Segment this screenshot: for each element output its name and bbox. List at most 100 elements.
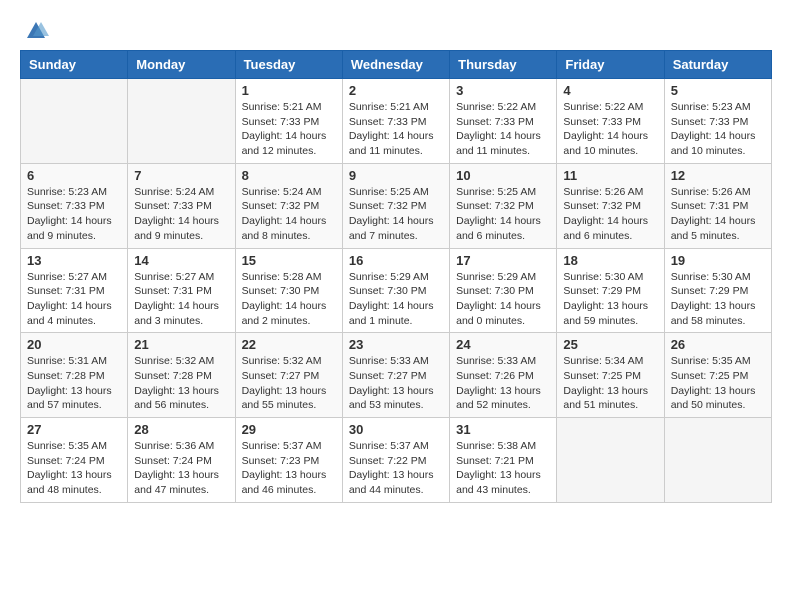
logo <box>20 20 49 40</box>
calendar-cell: 8 Sunrise: 5:24 AM Sunset: 7:32 PM Daylig… <box>235 163 342 248</box>
week-row-1: 1 Sunrise: 5:21 AM Sunset: 7:33 PM Daylig… <box>21 79 772 164</box>
calendar-cell: 21 Sunrise: 5:32 AM Sunset: 7:28 PM Dayli… <box>128 333 235 418</box>
week-row-3: 13Sunrise: 5:27 AM Sunset: 7:31 PM Dayli… <box>21 248 772 333</box>
day-info: Sunrise: 5:35 AM Sunset: 7:24 PM Dayligh… <box>27 439 121 498</box>
day-number: 5 <box>671 83 765 98</box>
day-number: 21 <box>134 337 228 352</box>
weekday-header-sunday: Sunday <box>21 51 128 79</box>
day-info: Sunrise: 5:24 AM Sunset: 7:32 PM Dayligh… <box>242 185 336 244</box>
day-info: Sunrise: 5:31 AM Sunset: 7:28 PM Dayligh… <box>27 354 121 413</box>
day-info: Sunrise: 5:22 AM Sunset: 7:33 PM Dayligh… <box>456 100 550 159</box>
day-number: 17 <box>456 253 550 268</box>
calendar-cell: 9 Sunrise: 5:25 AM Sunset: 7:32 PM Daylig… <box>342 163 449 248</box>
calendar-cell <box>664 418 771 503</box>
calendar-cell: 4Sunrise: 5:22 AM Sunset: 7:33 PM Daylig… <box>557 79 664 164</box>
weekday-header-row: SundayMondayTuesdayWednesdayThursdayFrid… <box>21 51 772 79</box>
weekday-header-friday: Friday <box>557 51 664 79</box>
calendar-cell: 16 Sunrise: 5:29 AM Sunset: 7:30 PM Dayli… <box>342 248 449 333</box>
calendar-cell: 20 Sunrise: 5:31 AM Sunset: 7:28 PM Dayli… <box>21 333 128 418</box>
day-number: 18 <box>563 253 657 268</box>
day-info: Sunrise: 5:32 AM Sunset: 7:27 PM Dayligh… <box>242 354 336 413</box>
day-info: Sunrise: 5:26 AM Sunset: 7:32 PM Dayligh… <box>563 185 657 244</box>
page-header <box>20 20 772 40</box>
calendar-cell: 23 Sunrise: 5:33 AM Sunset: 7:27 PM Dayli… <box>342 333 449 418</box>
calendar-cell: 27 Sunrise: 5:35 AM Sunset: 7:24 PM Dayli… <box>21 418 128 503</box>
day-info: Sunrise: 5:32 AM Sunset: 7:28 PM Dayligh… <box>134 354 228 413</box>
day-info: Sunrise: 5:37 AM Sunset: 7:23 PM Dayligh… <box>242 439 336 498</box>
day-info: Sunrise: 5:24 AM Sunset: 7:33 PM Dayligh… <box>134 185 228 244</box>
calendar-table: SundayMondayTuesdayWednesdayThursdayFrid… <box>20 50 772 503</box>
day-info: Sunrise: 5:33 AM Sunset: 7:27 PM Dayligh… <box>349 354 443 413</box>
calendar-cell <box>21 79 128 164</box>
weekday-header-monday: Monday <box>128 51 235 79</box>
day-number: 30 <box>349 422 443 437</box>
week-row-2: 6 Sunrise: 5:23 AM Sunset: 7:33 PM Daylig… <box>21 163 772 248</box>
calendar-cell: 22 Sunrise: 5:32 AM Sunset: 7:27 PM Dayli… <box>235 333 342 418</box>
day-number: 14 <box>134 253 228 268</box>
day-info: Sunrise: 5:26 AM Sunset: 7:31 PM Dayligh… <box>671 185 765 244</box>
day-info: Sunrise: 5:27 AM Sunset: 7:31 PM Dayligh… <box>27 270 121 329</box>
day-number: 12 <box>671 168 765 183</box>
day-number: 3 <box>456 83 550 98</box>
day-number: 26 <box>671 337 765 352</box>
calendar-cell: 17 Sunrise: 5:29 AM Sunset: 7:30 PM Dayli… <box>450 248 557 333</box>
day-number: 28 <box>134 422 228 437</box>
weekday-header-saturday: Saturday <box>664 51 771 79</box>
day-number: 8 <box>242 168 336 183</box>
day-info: Sunrise: 5:25 AM Sunset: 7:32 PM Dayligh… <box>349 185 443 244</box>
day-info: Sunrise: 5:37 AM Sunset: 7:22 PM Dayligh… <box>349 439 443 498</box>
day-number: 7 <box>134 168 228 183</box>
calendar-cell: 24 Sunrise: 5:33 AM Sunset: 7:26 PM Dayli… <box>450 333 557 418</box>
day-info: Sunrise: 5:36 AM Sunset: 7:24 PM Dayligh… <box>134 439 228 498</box>
calendar-cell: 3 Sunrise: 5:22 AM Sunset: 7:33 PM Daylig… <box>450 79 557 164</box>
day-info: Sunrise: 5:21 AM Sunset: 7:33 PM Dayligh… <box>242 100 336 159</box>
calendar-cell: 29 Sunrise: 5:37 AM Sunset: 7:23 PM Dayli… <box>235 418 342 503</box>
day-number: 2 <box>349 83 443 98</box>
weekday-header-wednesday: Wednesday <box>342 51 449 79</box>
calendar-cell: 31Sunrise: 5:38 AM Sunset: 7:21 PM Dayli… <box>450 418 557 503</box>
day-number: 23 <box>349 337 443 352</box>
day-number: 15 <box>242 253 336 268</box>
day-number: 1 <box>242 83 336 98</box>
calendar-cell: 5 Sunrise: 5:23 AM Sunset: 7:33 PM Daylig… <box>664 79 771 164</box>
logo-icon <box>23 18 49 44</box>
day-number: 9 <box>349 168 443 183</box>
calendar-cell: 6 Sunrise: 5:23 AM Sunset: 7:33 PM Daylig… <box>21 163 128 248</box>
calendar-cell: 18 Sunrise: 5:30 AM Sunset: 7:29 PM Dayli… <box>557 248 664 333</box>
day-number: 25 <box>563 337 657 352</box>
calendar-cell: 7 Sunrise: 5:24 AM Sunset: 7:33 PM Daylig… <box>128 163 235 248</box>
calendar-cell: 12 Sunrise: 5:26 AM Sunset: 7:31 PM Dayli… <box>664 163 771 248</box>
day-info: Sunrise: 5:30 AM Sunset: 7:29 PM Dayligh… <box>671 270 765 329</box>
week-row-5: 27 Sunrise: 5:35 AM Sunset: 7:24 PM Dayli… <box>21 418 772 503</box>
day-info: Sunrise: 5:21 AM Sunset: 7:33 PM Dayligh… <box>349 100 443 159</box>
day-number: 16 <box>349 253 443 268</box>
day-number: 20 <box>27 337 121 352</box>
calendar-cell: 14Sunrise: 5:27 AM Sunset: 7:31 PM Dayli… <box>128 248 235 333</box>
calendar-cell: 19Sunrise: 5:30 AM Sunset: 7:29 PM Dayli… <box>664 248 771 333</box>
day-info: Sunrise: 5:23 AM Sunset: 7:33 PM Dayligh… <box>671 100 765 159</box>
day-info: Sunrise: 5:34 AM Sunset: 7:25 PM Dayligh… <box>563 354 657 413</box>
day-info: Sunrise: 5:29 AM Sunset: 7:30 PM Dayligh… <box>456 270 550 329</box>
day-info: Sunrise: 5:23 AM Sunset: 7:33 PM Dayligh… <box>27 185 121 244</box>
day-number: 11 <box>563 168 657 183</box>
day-number: 10 <box>456 168 550 183</box>
weekday-header-thursday: Thursday <box>450 51 557 79</box>
day-info: Sunrise: 5:30 AM Sunset: 7:29 PM Dayligh… <box>563 270 657 329</box>
day-info: Sunrise: 5:35 AM Sunset: 7:25 PM Dayligh… <box>671 354 765 413</box>
day-number: 29 <box>242 422 336 437</box>
day-number: 6 <box>27 168 121 183</box>
day-info: Sunrise: 5:29 AM Sunset: 7:30 PM Dayligh… <box>349 270 443 329</box>
day-number: 24 <box>456 337 550 352</box>
weekday-header-tuesday: Tuesday <box>235 51 342 79</box>
calendar-cell: 11 Sunrise: 5:26 AM Sunset: 7:32 PM Dayli… <box>557 163 664 248</box>
calendar-cell: 28 Sunrise: 5:36 AM Sunset: 7:24 PM Dayli… <box>128 418 235 503</box>
calendar-cell <box>128 79 235 164</box>
day-info: Sunrise: 5:25 AM Sunset: 7:32 PM Dayligh… <box>456 185 550 244</box>
day-number: 22 <box>242 337 336 352</box>
day-info: Sunrise: 5:33 AM Sunset: 7:26 PM Dayligh… <box>456 354 550 413</box>
day-info: Sunrise: 5:28 AM Sunset: 7:30 PM Dayligh… <box>242 270 336 329</box>
calendar-cell: 26 Sunrise: 5:35 AM Sunset: 7:25 PM Dayli… <box>664 333 771 418</box>
calendar-cell: 2 Sunrise: 5:21 AM Sunset: 7:33 PM Daylig… <box>342 79 449 164</box>
day-number: 27 <box>27 422 121 437</box>
calendar-cell: 15 Sunrise: 5:28 AM Sunset: 7:30 PM Dayli… <box>235 248 342 333</box>
